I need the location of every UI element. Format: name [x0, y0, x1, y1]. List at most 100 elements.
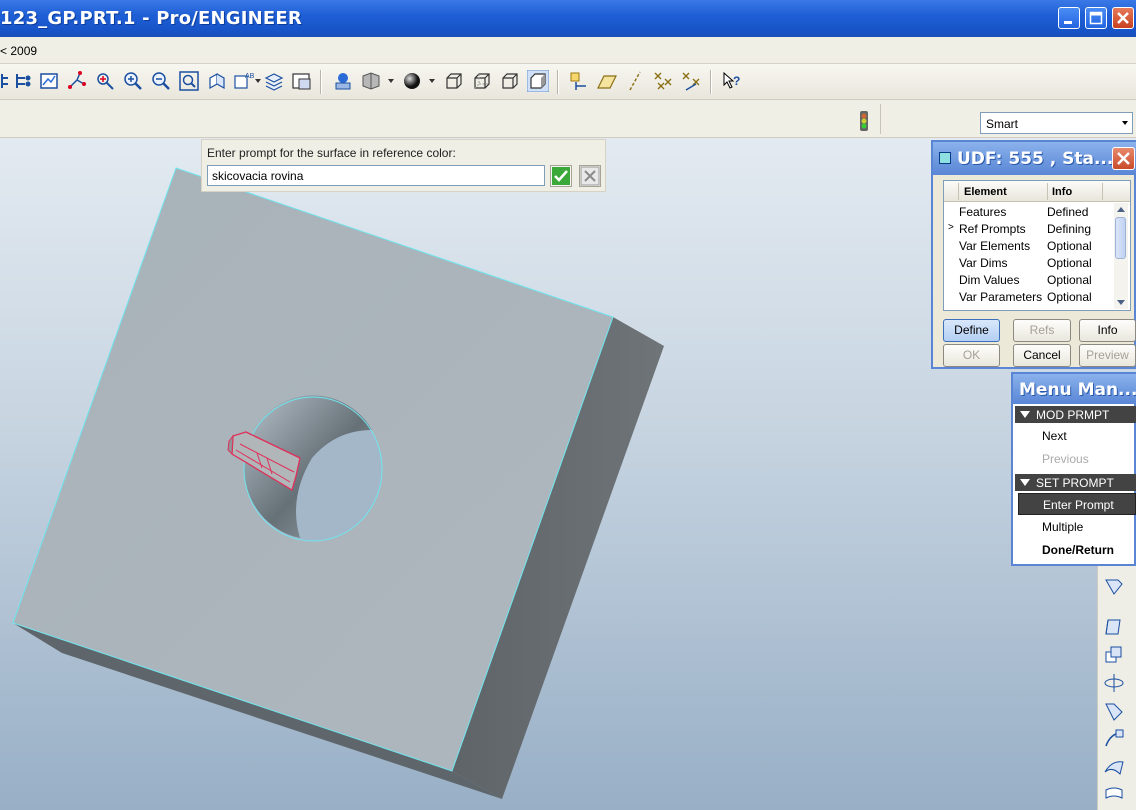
info-button[interactable]: Info [1079, 319, 1136, 342]
udf-dialog-title: UDF: 555 , Sta... [957, 149, 1114, 169]
appearance-icon[interactable] [360, 70, 382, 92]
shading-dropdown-icon[interactable] [429, 79, 435, 83]
revolve-icon[interactable] [1102, 644, 1126, 666]
minimize-icon [1064, 21, 1072, 24]
scroll-thumb[interactable] [1115, 217, 1126, 259]
menu-section-mod-prmpt[interactable]: MOD PRMPT [1015, 406, 1136, 423]
menu-section-set-prompt[interactable]: SET PROMPT [1015, 474, 1136, 491]
saved-views-dropdown-icon[interactable] [255, 79, 261, 83]
close-icon [1117, 12, 1129, 24]
row-info: Optional [1047, 290, 1092, 304]
refit-icon[interactable] [178, 70, 200, 92]
menu-item-partial[interactable]: < 2009 [0, 44, 37, 58]
wireframe-icon[interactable] [443, 70, 465, 92]
saved-views-icon[interactable]: AB [232, 70, 254, 92]
table-row[interactable]: Var Parameters Optional [944, 289, 1114, 306]
collapse-triangle-icon [1020, 479, 1030, 486]
menu-manager-titlebar[interactable]: Menu Man... [1013, 374, 1136, 404]
blend-icon[interactable] [1102, 700, 1126, 722]
row-marker: > [948, 222, 954, 233]
datum-axis-display-icon[interactable] [624, 70, 646, 92]
column-header-element[interactable]: Element [964, 186, 1007, 198]
prompt-label: Enter prompt for the surface in referenc… [207, 146, 456, 160]
column-header-info[interactable]: Info [1052, 186, 1072, 198]
sweep-blend-icon[interactable] [1102, 728, 1126, 750]
selection-filter-value: Smart [986, 117, 1019, 131]
appearance-dropdown-icon[interactable] [388, 79, 394, 83]
sweep-icon[interactable] [1102, 672, 1126, 694]
spin-center-icon[interactable] [94, 70, 116, 92]
table-scrollbar[interactable] [1114, 203, 1128, 309]
collapse-triangle-icon [1020, 411, 1030, 418]
menu-item-previous[interactable]: Previous [1018, 448, 1136, 470]
define-button[interactable]: Define [943, 319, 1000, 342]
table-row[interactable]: Features Defined [944, 204, 1114, 221]
menu-item-done-return[interactable]: Done/Return [1018, 539, 1136, 561]
close-button[interactable] [1112, 7, 1134, 29]
table-header: Element Info [944, 181, 1130, 202]
row-info: Defined [1047, 205, 1089, 219]
layers-icon[interactable] [263, 70, 285, 92]
datum-point-display-icon[interactable] [652, 70, 674, 92]
shaded-icon[interactable] [527, 70, 549, 92]
no-hidden-icon[interactable] [499, 70, 521, 92]
reorient-icon[interactable] [206, 70, 228, 92]
layer-tree-icon[interactable] [12, 70, 34, 92]
feature-toolbar [1097, 566, 1136, 810]
title-bar: 123_GP.PRT.1 - Pro/ENGINEER [0, 0, 1136, 37]
minimize-button[interactable] [1058, 7, 1080, 29]
menu-item-multiple[interactable]: Multiple [1018, 516, 1136, 538]
cancel-prompt-button[interactable] [579, 165, 601, 187]
menu-item-next[interactable]: Next [1018, 425, 1136, 447]
scroll-up-icon[interactable] [1117, 207, 1125, 212]
cancel-button[interactable]: Cancel [1013, 344, 1071, 367]
row-info: Optional [1047, 239, 1092, 253]
prompt-input[interactable] [207, 165, 545, 186]
table-row[interactable]: Var Elements Optional [944, 238, 1114, 255]
variable-section-icon[interactable] [1102, 784, 1126, 806]
row-element: Var Elements [959, 239, 1031, 253]
preview-button[interactable]: Preview [1079, 344, 1136, 367]
datum-curve-icon[interactable] [1102, 576, 1126, 598]
table-row[interactable]: > Ref Prompts Defining [944, 221, 1114, 238]
row-element: Var Dims [959, 256, 1008, 270]
table-row[interactable]: Dim Values Optional [944, 272, 1114, 289]
close-icon [1117, 152, 1130, 165]
datum-planes-icon[interactable] [568, 70, 590, 92]
view-manager-icon[interactable] [291, 70, 313, 92]
extrude-icon[interactable] [1102, 616, 1126, 638]
zoom-in-icon[interactable] [122, 70, 144, 92]
row-info: Optional [1047, 256, 1092, 270]
toolbar-separator [557, 70, 559, 94]
selection-filter-dropdown[interactable]: Smart [980, 112, 1133, 134]
table-row[interactable]: Var Dims Optional [944, 255, 1114, 272]
datum-plane-display-icon[interactable] [596, 70, 618, 92]
zoom-out-icon[interactable] [150, 70, 172, 92]
udf-dialog: UDF: 555 , Sta... Element Info Features … [931, 140, 1136, 369]
ok-button[interactable]: OK [943, 344, 1000, 367]
udf-dialog-titlebar[interactable]: UDF: 555 , Sta... [933, 142, 1136, 175]
hidden-line-icon[interactable] [471, 70, 493, 92]
regenerate-icon[interactable] [38, 70, 60, 92]
scroll-down-icon[interactable] [1117, 300, 1125, 305]
coordinate-system-display-icon[interactable] [680, 70, 702, 92]
menu-item-label: Previous [1042, 452, 1089, 466]
boundary-blend-icon[interactable] [1102, 756, 1126, 778]
datum-axis-icon[interactable] [66, 70, 88, 92]
maximize-icon [1089, 11, 1103, 25]
maximize-button[interactable] [1085, 7, 1107, 29]
section-title: SET PROMPT [1036, 476, 1114, 490]
menu-item-label: Done/Return [1042, 543, 1114, 557]
accept-button[interactable] [550, 165, 572, 187]
dialog-icon [939, 152, 951, 164]
row-info: Defining [1047, 222, 1092, 236]
model-display-icon[interactable] [332, 70, 354, 92]
menu-bar: < 2009 [0, 37, 1136, 64]
context-help-icon[interactable]: ? [721, 70, 743, 92]
toolbar-separator [710, 70, 712, 94]
menu-item-enter-prompt[interactable]: Enter Prompt [1018, 493, 1136, 515]
refs-button[interactable]: Refs [1013, 319, 1071, 342]
shading-sphere-icon[interactable] [401, 70, 423, 92]
traffic-light-icon[interactable] [855, 110, 873, 132]
dialog-close-button[interactable] [1112, 147, 1135, 170]
